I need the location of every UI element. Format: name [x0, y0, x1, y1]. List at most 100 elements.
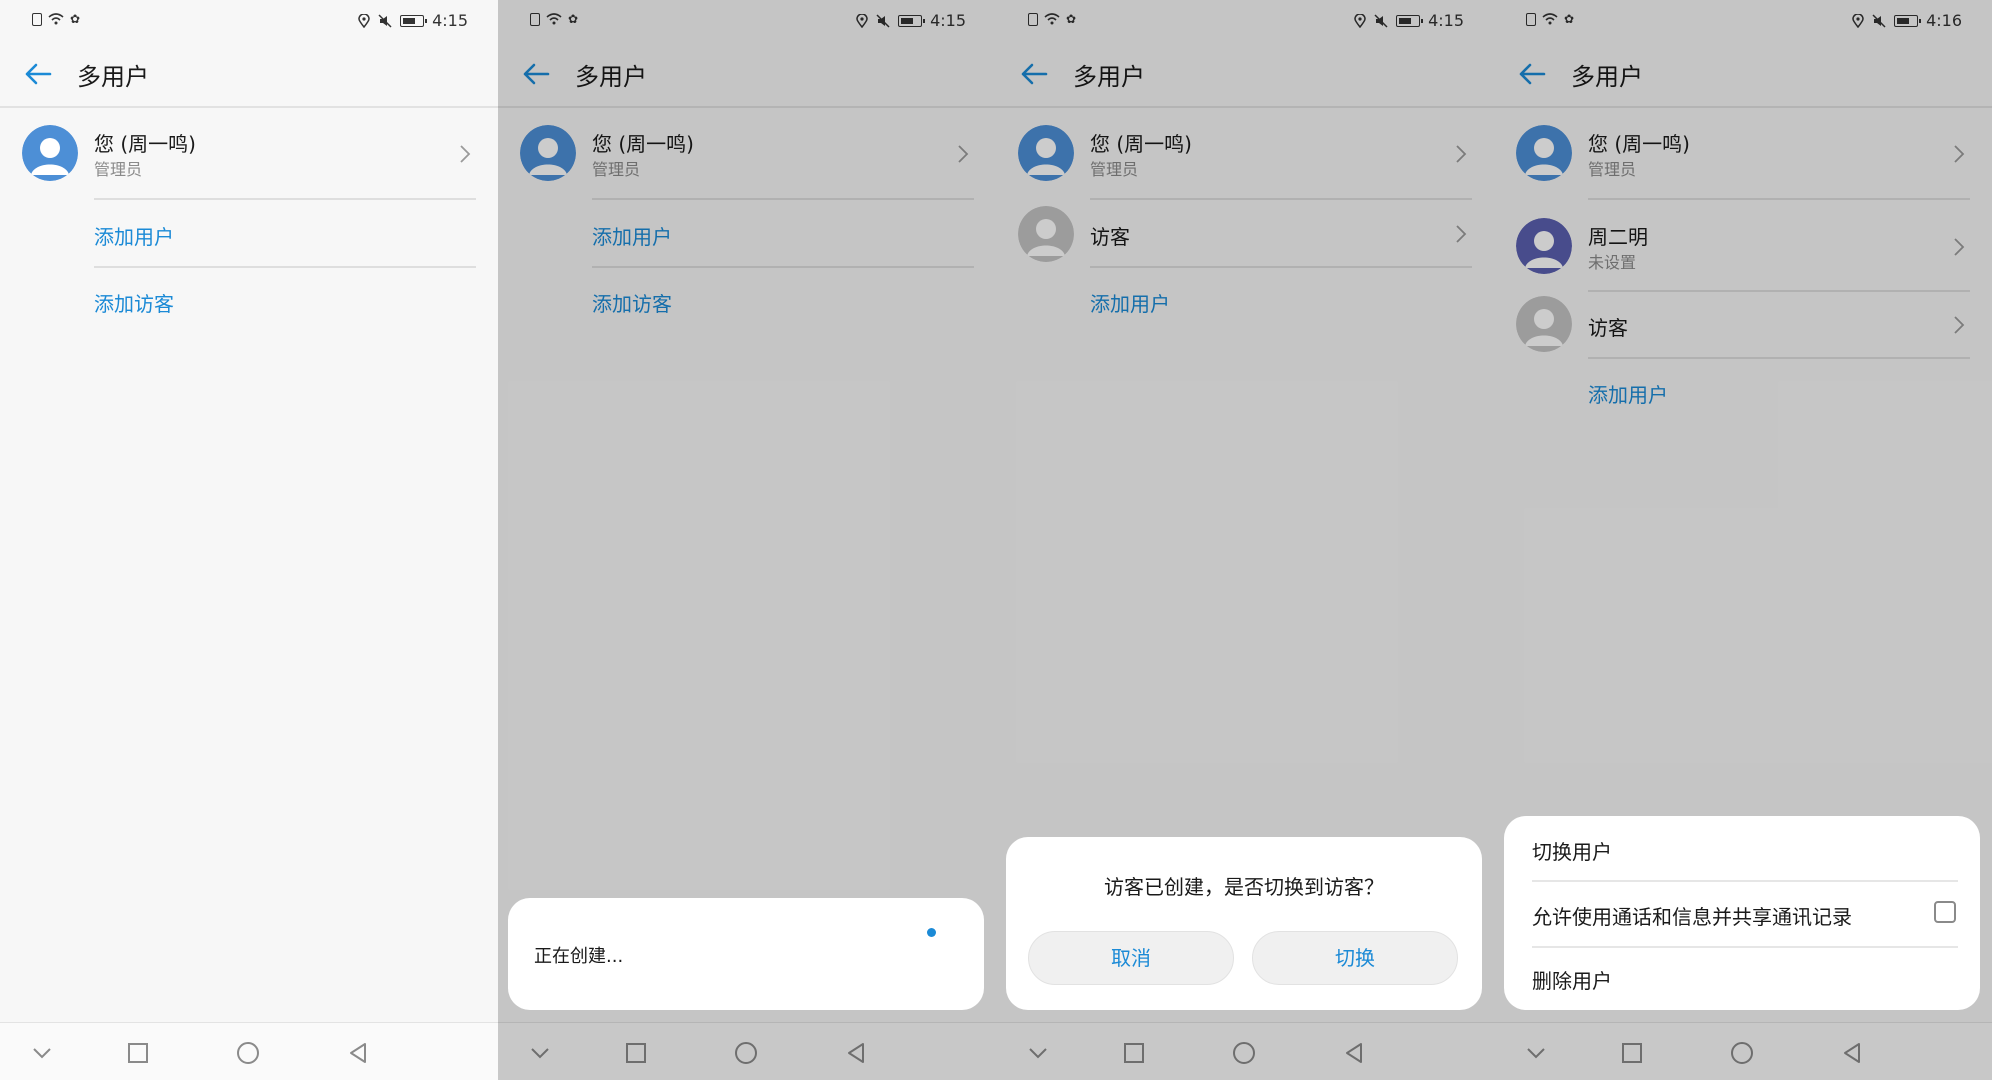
wifi-icon — [1044, 13, 1060, 25]
chevron-right-icon — [1954, 316, 1965, 334]
chevron-right-icon — [1954, 238, 1965, 256]
user-row-admin[interactable]: 您 (周一鸣) 管理员 — [996, 122, 1494, 198]
app-bar: 多用户 — [498, 40, 996, 108]
nav-recents-icon[interactable] — [1122, 1041, 1146, 1065]
divider — [1532, 880, 1958, 882]
user-name: 您 (周一鸣) — [1588, 132, 1690, 156]
status-bar: ✿ 4:15 — [0, 0, 498, 40]
user-status: 未设置 — [1588, 253, 1637, 272]
nav-home-icon[interactable] — [1232, 1041, 1256, 1065]
status-time: 4:16 — [1926, 11, 1962, 30]
status-time: 4:15 — [930, 11, 966, 30]
divider — [94, 266, 476, 268]
switch-button[interactable]: 切换 — [1252, 931, 1458, 985]
nav-bar — [996, 1022, 1494, 1080]
sim-icon — [1028, 12, 1038, 26]
back-arrow-icon[interactable] — [22, 58, 54, 90]
cancel-button[interactable]: 取消 — [1028, 931, 1234, 985]
add-user-link[interactable]: 添加用户 — [94, 221, 174, 250]
divider — [1532, 946, 1958, 948]
app-bar: 多用户 — [1494, 40, 1992, 108]
add-guest-link[interactable]: 添加访客 — [94, 288, 174, 317]
nav-hide-chevron-icon[interactable] — [30, 1041, 54, 1065]
progress-dialog: 正在创建... — [508, 898, 984, 1010]
battery-icon — [1396, 14, 1424, 27]
page-title: 多用户 — [575, 63, 647, 91]
admin-avatar-icon — [22, 125, 78, 181]
nav-hide-chevron-icon[interactable] — [1026, 1041, 1050, 1065]
switch-user-item[interactable]: 切换用户 — [1532, 836, 1612, 865]
nav-home-icon[interactable] — [1730, 1041, 1754, 1065]
loading-spinner-icon — [927, 928, 936, 937]
back-arrow-icon[interactable] — [520, 58, 552, 90]
admin-avatar-icon — [520, 125, 576, 181]
divider — [592, 198, 974, 200]
back-arrow-icon[interactable] — [1018, 58, 1050, 90]
page-title: 多用户 — [77, 63, 149, 91]
delete-user-item[interactable]: 删除用户 — [1532, 965, 1612, 994]
chevron-right-icon — [1456, 145, 1467, 163]
brand-logo-icon: ✿ — [568, 12, 579, 26]
user-row-admin[interactable]: 您 (周一鸣) 管理员 — [1494, 122, 1992, 198]
page-title: 多用户 — [1073, 63, 1145, 91]
screen-4-user-options: ✿ 4:16 多用户 您 (周一鸣) 管理员 周二明 未设置 访客 添加用户 切… — [1494, 0, 1992, 1080]
nav-hide-chevron-icon[interactable] — [1524, 1041, 1548, 1065]
add-user-link[interactable]: 添加用户 — [1588, 379, 1668, 408]
nav-bar — [498, 1022, 996, 1080]
wifi-icon — [48, 13, 64, 25]
switch-guest-dialog: 访客已创建，是否切换到访客？ 取消 切换 — [1006, 837, 1482, 1010]
nav-recents-icon[interactable] — [126, 1041, 150, 1065]
nav-recents-icon[interactable] — [1620, 1041, 1644, 1065]
add-guest-link[interactable]: 添加访客 — [592, 288, 672, 317]
user-name: 您 (周一鸣) — [592, 132, 694, 156]
status-bar: ✿ 4:15 — [996, 0, 1494, 40]
user-name: 您 (周一鸣) — [94, 132, 196, 156]
nav-recents-icon[interactable] — [624, 1041, 648, 1065]
admin-avatar-icon — [1516, 125, 1572, 181]
user-row-admin[interactable]: 您 (周一鸣) 管理员 — [0, 122, 498, 198]
user-row-guest[interactable]: 访客 — [1494, 294, 1992, 356]
nav-bar — [1494, 1022, 1992, 1080]
progress-text: 正在创建... — [534, 946, 624, 967]
back-arrow-icon[interactable] — [1516, 58, 1548, 90]
divider — [1588, 198, 1970, 200]
allow-calls-checkbox[interactable] — [1934, 901, 1956, 923]
allow-calls-messages-item[interactable]: 允许使用通话和信息并共享通讯记录 — [1532, 901, 1852, 930]
add-user-link[interactable]: 添加用户 — [1090, 288, 1170, 317]
guest-avatar-icon — [1018, 206, 1074, 262]
nav-hide-chevron-icon[interactable] — [528, 1041, 552, 1065]
divider — [94, 198, 476, 200]
screenshot-collage: ✿ 4:15 多用户 您 (周一鸣) 管理员 添加用户 添加访客 ✿ 4:15 … — [0, 0, 1992, 1080]
user-options-menu: 切换用户 允许使用通话和信息并共享通讯记录 删除用户 — [1504, 816, 1980, 1010]
nav-back-icon[interactable] — [346, 1041, 370, 1065]
admin-avatar-icon — [1018, 125, 1074, 181]
location-icon — [358, 13, 370, 28]
user-row-guest[interactable]: 访客 — [996, 204, 1494, 264]
status-time: 4:15 — [1428, 11, 1464, 30]
divider — [1588, 357, 1970, 359]
mute-icon — [1374, 13, 1388, 28]
user-row-zhou-erming[interactable]: 周二明 未设置 — [1494, 212, 1992, 288]
nav-back-icon[interactable] — [1342, 1041, 1366, 1065]
battery-icon — [1894, 14, 1922, 27]
app-bar: 多用户 — [996, 40, 1494, 108]
sim-icon — [32, 12, 42, 26]
screen-1-multi-user: ✿ 4:15 多用户 您 (周一鸣) 管理员 添加用户 添加访客 — [0, 0, 498, 1080]
user-row-admin[interactable]: 您 (周一鸣) 管理员 — [498, 122, 996, 198]
nav-back-icon[interactable] — [1840, 1041, 1864, 1065]
user-name: 访客 — [1090, 225, 1130, 249]
battery-icon — [898, 14, 926, 27]
chevron-right-icon — [1954, 145, 1965, 163]
guest-avatar-icon — [1516, 296, 1572, 352]
nav-home-icon[interactable] — [236, 1041, 260, 1065]
nav-home-icon[interactable] — [734, 1041, 758, 1065]
chevron-right-icon — [1456, 225, 1467, 243]
status-bar: ✿ 4:16 — [1494, 0, 1992, 40]
mute-icon — [378, 13, 392, 28]
page-title: 多用户 — [1571, 63, 1643, 91]
app-bar: 多用户 — [0, 40, 498, 108]
nav-back-icon[interactable] — [844, 1041, 868, 1065]
divider — [592, 266, 974, 268]
add-user-link[interactable]: 添加用户 — [592, 221, 672, 250]
divider — [1090, 266, 1472, 268]
